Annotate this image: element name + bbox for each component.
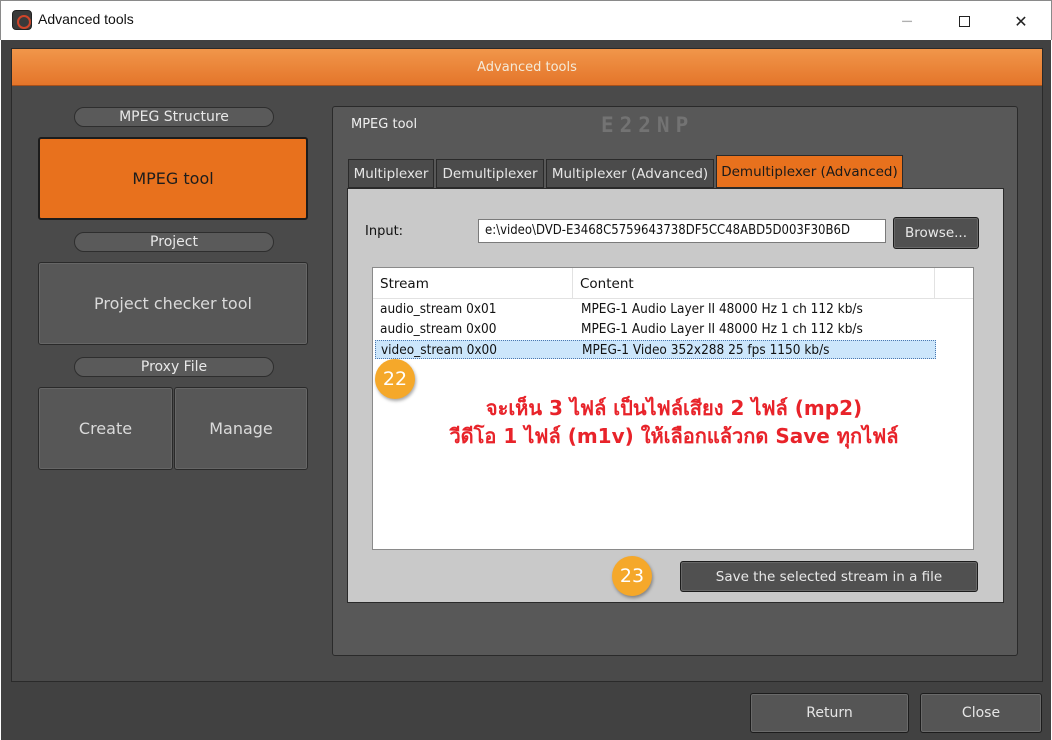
stream-name: video_stream 0x00 bbox=[381, 342, 497, 358]
stream-list-header: Stream Content bbox=[373, 268, 973, 299]
create-proxy-button[interactable]: Create bbox=[38, 387, 173, 470]
app-icon bbox=[12, 10, 32, 30]
manage-proxy-button[interactable]: Manage bbox=[174, 387, 308, 470]
column-header-content[interactable]: Content bbox=[580, 276, 634, 292]
project-checker-tool-button[interactable]: Project checker tool bbox=[38, 262, 308, 345]
close-window-button[interactable]: ✕ bbox=[998, 1, 1044, 41]
mpeg-tool-panel: MPEG tool E22NP Multiplexer Demultiplexe… bbox=[332, 106, 1018, 656]
tab-multiplexer-advanced[interactable]: Multiplexer (Advanced) bbox=[546, 159, 714, 188]
stream-name: audio_stream 0x01 bbox=[380, 301, 497, 317]
minimize-icon: ─ bbox=[902, 11, 912, 31]
app-area: Advanced tools MPEG Structure MPEG tool … bbox=[1, 40, 1051, 740]
window-title-bar: Advanced tools ─ ✕ bbox=[0, 0, 1052, 40]
close-icon: ✕ bbox=[1014, 11, 1028, 31]
input-path-field[interactable]: e:\video\DVD-E3468C5759643738DF5CC48ABD5… bbox=[478, 219, 886, 243]
close-button[interactable]: Close bbox=[920, 693, 1042, 733]
maximize-icon bbox=[958, 15, 970, 27]
tab-multiplexer[interactable]: Multiplexer bbox=[348, 159, 434, 188]
section-label-project: Project bbox=[74, 232, 274, 252]
panel-title: MPEG tool bbox=[351, 117, 418, 132]
window-title: Advanced tools bbox=[38, 11, 134, 27]
minimize-button[interactable]: ─ bbox=[884, 1, 930, 41]
column-divider bbox=[934, 268, 935, 299]
step-badge-23: 23 bbox=[612, 556, 652, 596]
section-label-proxy-file: Proxy File bbox=[74, 357, 274, 377]
stream-content: MPEG-1 Video 352x288 25 fps 1150 kb/s bbox=[582, 342, 830, 358]
stream-row[interactable]: audio_stream 0x01 MPEG-1 Audio Layer II … bbox=[375, 300, 936, 319]
stream-row[interactable]: audio_stream 0x00 MPEG-1 Audio Layer II … bbox=[375, 320, 936, 339]
stream-list[interactable]: Stream Content audio_stream 0x01 MPEG-1 … bbox=[372, 267, 974, 550]
step-badge-22: 22 bbox=[375, 359, 415, 399]
tab-demultiplexer-advanced[interactable]: Demultiplexer (Advanced) bbox=[716, 155, 903, 188]
header-title: Advanced tools bbox=[477, 59, 577, 75]
column-divider bbox=[572, 268, 573, 299]
header-bar: Advanced tools bbox=[12, 49, 1042, 86]
mpeg-tool-button[interactable]: MPEG tool bbox=[38, 137, 308, 220]
stream-content: MPEG-1 Audio Layer II 48000 Hz 1 ch 112 … bbox=[581, 301, 863, 317]
save-stream-button[interactable]: Save the selected stream in a file bbox=[680, 561, 978, 592]
annotation-line-2: วีดีโอ 1 ไฟล์ (m1v) ให้เลือกแล้วกด Save … bbox=[449, 424, 899, 448]
stream-name: audio_stream 0x00 bbox=[380, 321, 497, 337]
stream-row-selected[interactable]: video_stream 0x00 MPEG-1 Video 352x288 2… bbox=[375, 340, 936, 359]
tab-demultiplexer[interactable]: Demultiplexer bbox=[436, 159, 544, 188]
maximize-button[interactable] bbox=[941, 1, 987, 41]
browse-button[interactable]: Browse... bbox=[893, 217, 979, 249]
section-label-mpeg-structure: MPEG Structure bbox=[74, 107, 274, 127]
input-label: Input: bbox=[365, 224, 404, 239]
brand-logo: E22NP bbox=[601, 113, 695, 137]
main-frame: Advanced tools MPEG Structure MPEG tool … bbox=[11, 48, 1043, 682]
return-button[interactable]: Return bbox=[750, 693, 909, 733]
stream-content: MPEG-1 Audio Layer II 48000 Hz 1 ch 112 … bbox=[581, 321, 863, 337]
column-header-stream[interactable]: Stream bbox=[380, 276, 429, 292]
demultiplexer-advanced-content: Input: e:\video\DVD-E3468C5759643738DF5C… bbox=[347, 188, 1004, 603]
